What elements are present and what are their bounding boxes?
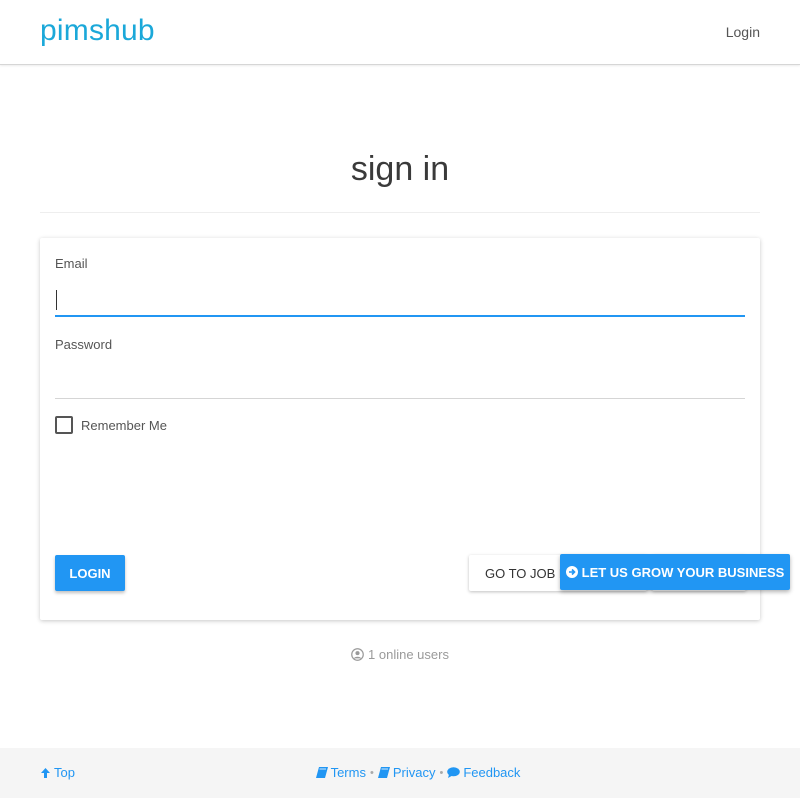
online-users-status: 1 online users bbox=[0, 647, 800, 662]
footer-privacy-label: Privacy bbox=[392, 765, 436, 780]
footer-terms-link[interactable]: Terms bbox=[315, 765, 366, 780]
book-icon bbox=[315, 767, 328, 778]
title-divider bbox=[40, 212, 760, 213]
footer: Top Terms • Privacy • Feedback bbox=[0, 748, 800, 798]
remember-me-checkbox[interactable] bbox=[55, 416, 73, 434]
comment-icon bbox=[447, 767, 461, 778]
text-cursor bbox=[56, 290, 57, 310]
grow-business-label: LET US GROW YOUR BUSINESS bbox=[581, 564, 785, 580]
arrow-circle-right-icon bbox=[565, 566, 578, 578]
login-button[interactable]: LOGIN bbox=[55, 555, 125, 591]
email-field[interactable] bbox=[55, 283, 745, 317]
book-icon bbox=[377, 767, 390, 778]
online-users-text: 1 online users bbox=[368, 647, 449, 662]
page-title: sign in bbox=[350, 150, 450, 188]
footer-separator: • bbox=[439, 766, 444, 779]
remember-me-label[interactable]: Remember Me bbox=[81, 418, 167, 433]
brand-logo[interactable]: pimshub bbox=[40, 14, 155, 48]
user-circle-icon bbox=[351, 648, 364, 661]
email-label: Email bbox=[55, 256, 88, 271]
password-label: Password bbox=[55, 337, 113, 352]
footer-separator: • bbox=[369, 766, 374, 779]
footer-feedback-label: Feedback bbox=[463, 765, 521, 780]
email-underline bbox=[55, 315, 745, 317]
grow-business-button[interactable]: LET US GROW YOUR BUSINESS bbox=[560, 554, 790, 590]
password-underline bbox=[55, 398, 745, 399]
footer-feedback-link[interactable]: Feedback bbox=[447, 765, 520, 780]
password-field[interactable] bbox=[55, 364, 745, 398]
footer-links: Terms • Privacy • Feedback bbox=[0, 765, 800, 780]
footer-terms-label: Terms bbox=[330, 765, 366, 780]
top-navbar: pimshub Login bbox=[0, 0, 800, 65]
nav-login-link[interactable]: Login bbox=[726, 24, 760, 40]
footer-privacy-link[interactable]: Privacy bbox=[377, 765, 436, 780]
